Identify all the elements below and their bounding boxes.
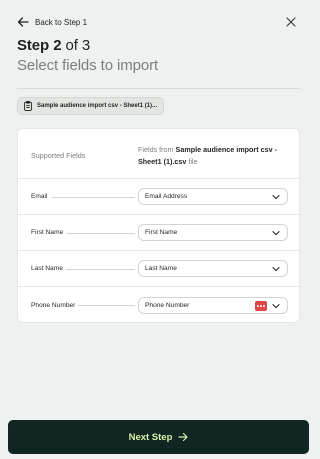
connector-line — [66, 232, 135, 234]
file-fields-prefix: Fields from — [138, 145, 176, 154]
supported-field-label: Last Name — [31, 265, 63, 272]
select-value: Phone Number — [145, 301, 190, 309]
field-select-phone-number[interactable]: Phone Number — [138, 296, 288, 314]
chevron-down-icon — [272, 303, 280, 308]
mapping-row-first-name: First Name First Name — [18, 215, 301, 251]
mapping-header: Supported Fields Fields from Sample audi… — [18, 129, 299, 179]
file-chip-label: Sample audience import csv - Sheet1 (1).… — [37, 103, 158, 109]
close-icon[interactable] — [285, 16, 297, 28]
step-of: of 3 — [65, 37, 91, 54]
file-fields-heading: Fields from Sample audience import csv -… — [138, 144, 293, 168]
more-dots-icon[interactable] — [255, 300, 267, 311]
connector-line — [66, 268, 135, 270]
chevron-down-icon — [272, 231, 280, 236]
next-step-label: Next Step — [128, 431, 173, 443]
chevron-down-icon — [272, 267, 280, 272]
field-select-email[interactable]: Email Address — [138, 188, 288, 205]
supported-field-label: First Name — [31, 229, 64, 236]
back-link-label: Back to Step 1 — [35, 17, 88, 27]
next-step-button[interactable]: Next Step — [8, 420, 309, 454]
select-value: Last Name — [145, 265, 177, 272]
page-title: Step 2 of 3 — [17, 37, 90, 54]
step-current: 2 — [53, 37, 62, 54]
page-subtitle: Select fields to import — [17, 57, 159, 74]
select-value: Email Address — [145, 193, 188, 200]
mapping-row-last-name: Last Name Last Name — [18, 251, 301, 287]
step-word: Step — [17, 37, 50, 54]
supported-field-label: Email — [31, 193, 48, 200]
arrow-right-icon — [178, 432, 189, 442]
arrow-left-icon — [17, 17, 29, 27]
mapping-row-email: Email Email Address — [18, 179, 301, 215]
select-value: First Name — [145, 229, 178, 236]
connector-line — [52, 196, 135, 198]
back-to-step-1-link[interactable]: Back to Step 1 — [17, 16, 87, 28]
field-mapping-card: Supported Fields Fields from Sample audi… — [17, 128, 301, 323]
connector-line — [78, 305, 135, 306]
top-bar: Back to Step 1 — [17, 14, 297, 30]
supported-fields-heading: Supported Fields — [31, 151, 86, 160]
field-select-last-name[interactable]: Last Name — [138, 260, 288, 277]
file-chip[interactable]: Sample audience import csv - Sheet1 (1).… — [17, 97, 164, 115]
clipboard-icon — [24, 101, 32, 111]
header-divider — [17, 88, 300, 89]
chevron-down-icon — [272, 195, 280, 200]
supported-field-label: Phone Number — [31, 301, 76, 309]
mapping-row-phone-number: Phone Number Phone Number — [18, 287, 301, 323]
file-fields-suffix: file — [186, 157, 198, 166]
field-select-first-name[interactable]: First Name — [138, 224, 288, 241]
